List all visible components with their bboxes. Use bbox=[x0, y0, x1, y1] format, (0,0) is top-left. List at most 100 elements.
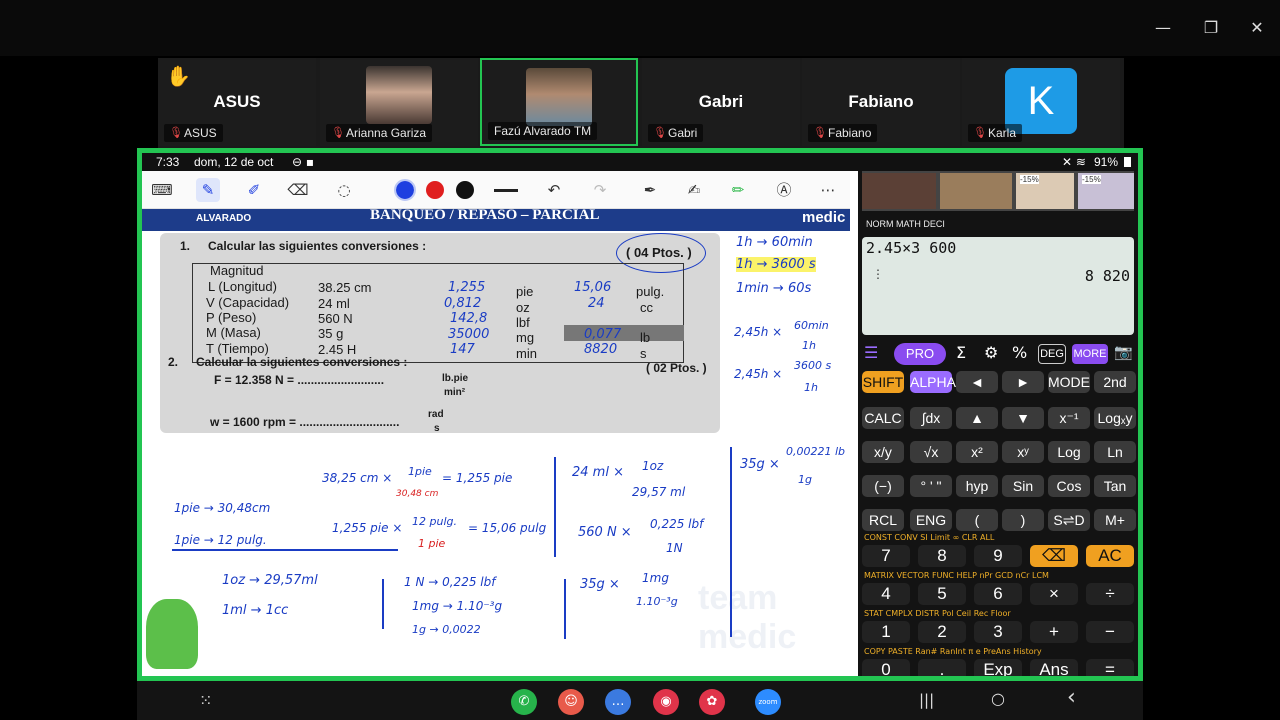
whiteboard-canvas[interactable]: ALVARADO BANQUEO / REPASO – PARCIAL medi… bbox=[142, 209, 850, 676]
highlighter-icon[interactable]: ✐ bbox=[242, 178, 266, 202]
participant-tile[interactable]: Gabri 🎙 Gabri bbox=[642, 58, 800, 146]
calc-key[interactable]: ▲ bbox=[956, 407, 998, 429]
calc-number-key[interactable]: 4 bbox=[862, 583, 910, 605]
calc-key[interactable]: Ln bbox=[1094, 441, 1136, 463]
calc-key[interactable]: √x bbox=[910, 441, 952, 463]
calc-key[interactable]: 2nd bbox=[1094, 371, 1136, 393]
calc-number-key[interactable]: 3 bbox=[974, 621, 1022, 643]
back-button[interactable]: ‹ bbox=[1067, 685, 1076, 710]
participant-tile[interactable]: ✋ ASUS 🎙 ASUS bbox=[158, 58, 316, 146]
calc-number-key[interactable]: 1 bbox=[862, 621, 910, 643]
sum-icon[interactable]: Σ bbox=[956, 343, 966, 362]
calc-number-key[interactable]: 2 bbox=[918, 621, 966, 643]
calc-key[interactable]: x² bbox=[956, 441, 998, 463]
calc-number-key[interactable]: 0 bbox=[862, 659, 910, 676]
color-blue-swatch[interactable] bbox=[394, 179, 416, 201]
row-value: 38.25 cm bbox=[318, 280, 372, 295]
more-button[interactable]: MORE bbox=[1072, 344, 1108, 364]
calc-key[interactable]: ► bbox=[1002, 371, 1044, 393]
calc-key[interactable]: hyp bbox=[956, 475, 998, 497]
calc-key[interactable]: (−) bbox=[862, 475, 904, 497]
calc-key[interactable]: MODE bbox=[1048, 371, 1090, 393]
color-black-swatch[interactable] bbox=[456, 181, 474, 199]
calc-number-key[interactable]: + bbox=[1030, 621, 1078, 643]
calc-key[interactable]: Cos bbox=[1048, 475, 1090, 497]
camera-icon[interactable]: 📷 bbox=[1114, 343, 1133, 361]
calc-number-key[interactable]: AC bbox=[1086, 545, 1134, 567]
calc-input: 2.45×3 600 bbox=[866, 239, 957, 257]
color-red-swatch[interactable] bbox=[426, 181, 444, 199]
calc-key[interactable]: Sin bbox=[1002, 475, 1044, 497]
calc-number-key[interactable]: ÷ bbox=[1086, 583, 1134, 605]
participant-tile[interactable]: Fabiano 🎙 Fabiano bbox=[802, 58, 960, 146]
calc-key[interactable]: CALC bbox=[862, 407, 904, 429]
calc-key[interactable]: x⁻¹ bbox=[1048, 407, 1090, 429]
pen-tool-icon[interactable]: ✎ bbox=[196, 178, 220, 202]
calc-key[interactable]: ° ' " bbox=[910, 475, 952, 497]
calc-key[interactable]: ∫dx bbox=[910, 407, 952, 429]
calc-key[interactable]: Log bbox=[1048, 441, 1090, 463]
messages-app-icon[interactable]: … bbox=[605, 689, 631, 715]
zoom-app-icon[interactable]: zoom bbox=[755, 689, 781, 715]
work-numerator: 1pie bbox=[408, 465, 432, 478]
participant-tile[interactable]: K 🎙 Karla bbox=[962, 58, 1120, 146]
shape-pen-icon[interactable]: ✒ bbox=[638, 178, 662, 202]
camera-app-icon[interactable]: ◉ bbox=[653, 689, 679, 715]
home-button[interactable]: ○ bbox=[991, 689, 1005, 708]
calc-key[interactable]: ( bbox=[956, 509, 998, 531]
menu-icon[interactable]: ☰ bbox=[864, 343, 878, 362]
calc-number-key[interactable]: 7 bbox=[862, 545, 910, 567]
gallery-app-icon[interactable]: ✿ bbox=[699, 689, 725, 715]
calc-key[interactable]: S⇌D bbox=[1048, 509, 1090, 531]
calc-number-key[interactable]: 8 bbox=[918, 545, 966, 567]
redo-icon[interactable]: ↷ bbox=[588, 178, 612, 202]
close-button[interactable]: ✕ bbox=[1247, 18, 1267, 38]
calc-number-key[interactable]: = bbox=[1086, 659, 1134, 676]
participant-strip: ✋ ASUS 🎙 ASUS 🎙 Arianna Gariza Fazú Alvara… bbox=[158, 58, 1124, 148]
calc-number-key[interactable]: − bbox=[1086, 621, 1134, 643]
lasso-icon[interactable]: ◌ bbox=[332, 178, 356, 202]
eraser-icon[interactable]: ⌫ bbox=[286, 178, 310, 202]
phone-app-icon[interactable]: ✆ bbox=[511, 689, 537, 715]
calc-number-key[interactable]: Exp bbox=[974, 659, 1022, 676]
calc-number-key[interactable]: . bbox=[918, 659, 966, 676]
calc-key[interactable]: Tan bbox=[1094, 475, 1136, 497]
text-pen-icon[interactable]: ✍ bbox=[682, 178, 706, 202]
calc-key[interactable]: ) bbox=[1002, 509, 1044, 531]
minimize-button[interactable]: — bbox=[1153, 18, 1173, 38]
undo-icon[interactable]: ↶ bbox=[542, 178, 566, 202]
calc-key[interactable]: Logₓy bbox=[1094, 407, 1136, 429]
text-style-icon[interactable]: Ⓐ bbox=[772, 178, 796, 202]
calc-number-key[interactable]: 5 bbox=[918, 583, 966, 605]
calc-key[interactable]: x/y bbox=[862, 441, 904, 463]
calc-number-key[interactable]: × bbox=[1030, 583, 1078, 605]
app-drawer-icon[interactable]: ⁙ bbox=[199, 691, 212, 710]
contacts-app-icon[interactable]: ☺ bbox=[558, 689, 584, 715]
recents-button[interactable]: ||| bbox=[919, 691, 934, 709]
percent-icon[interactable]: % bbox=[1012, 343, 1027, 362]
work-numerator: 0,00221 lb bbox=[786, 445, 846, 458]
calc-key[interactable]: xʸ bbox=[1002, 441, 1044, 463]
calc-number-key[interactable]: ⌫ bbox=[1030, 545, 1078, 567]
calc-key[interactable]: ▼ bbox=[1002, 407, 1044, 429]
calc-key[interactable]: SHIFT bbox=[862, 371, 904, 393]
restore-button[interactable]: ❐ bbox=[1201, 18, 1221, 38]
calc-key[interactable]: ENG bbox=[910, 509, 952, 531]
calc-key[interactable]: ◄ bbox=[956, 371, 998, 393]
calc-key[interactable]: RCL bbox=[862, 509, 904, 531]
pro-badge[interactable]: PRO bbox=[894, 343, 946, 365]
calc-number-key[interactable]: 6 bbox=[974, 583, 1022, 605]
angle-mode[interactable]: DEG bbox=[1038, 344, 1066, 364]
gear-icon[interactable]: ⚙ bbox=[984, 343, 998, 362]
keyboard-icon[interactable]: ⌨ bbox=[150, 178, 174, 202]
calc-number-key[interactable]: 9 bbox=[974, 545, 1022, 567]
calc-key[interactable]: ALPHA bbox=[910, 371, 956, 393]
participant-tile[interactable]: 🎙 Arianna Gariza bbox=[320, 58, 478, 146]
row-unit: mg bbox=[516, 330, 535, 345]
active-speaker-tile[interactable]: Fazú Alvarado TM bbox=[480, 58, 638, 146]
calc-key[interactable]: M+ bbox=[1094, 509, 1136, 531]
calc-number-key[interactable]: Ans bbox=[1030, 659, 1078, 676]
marker-icon[interactable]: ✏ bbox=[726, 178, 750, 202]
more-tools-icon[interactable]: ⋯ bbox=[816, 178, 840, 202]
stroke-width-icon[interactable] bbox=[494, 189, 518, 192]
